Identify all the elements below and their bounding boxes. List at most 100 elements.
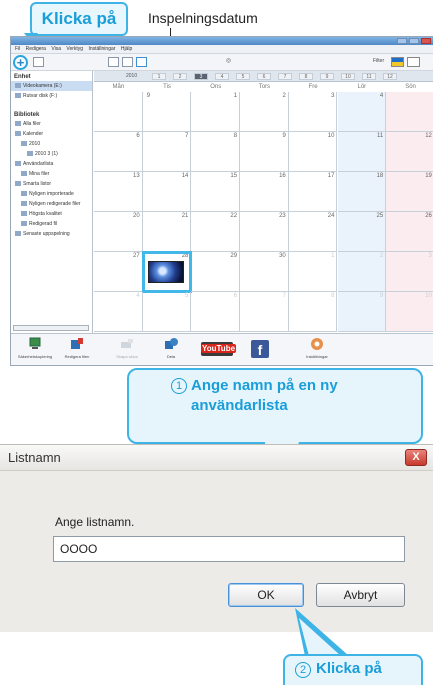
sidebar-scrollbar[interactable] xyxy=(13,325,89,331)
calendar-day-cell[interactable]: 1 xyxy=(191,92,241,132)
dialog-close-button[interactable]: X xyxy=(405,449,427,466)
calendar-day-cell[interactable]: 20 xyxy=(94,212,143,252)
calendar-day-cell[interactable]: 30 xyxy=(240,252,289,292)
calendar-day-cell[interactable]: 26 xyxy=(386,212,433,252)
menu-tools[interactable]: Verktyg xyxy=(66,46,83,52)
facebook-button[interactable]: f xyxy=(251,340,269,358)
thumbnail-view-icon[interactable] xyxy=(108,57,119,67)
sidebar-item-my-files[interactable]: Mina filer xyxy=(11,169,92,179)
sidebar-item-recent-edit[interactable]: Nyligen redigerade filer xyxy=(11,199,92,209)
calendar-day-cell[interactable]: 7 xyxy=(142,132,192,172)
youtube-button[interactable]: YouTube xyxy=(201,342,237,356)
month-cell[interactable]: 10 xyxy=(341,73,355,80)
list-name-dialog: Listnamn X Ange listnamn. OK Avbryt xyxy=(0,444,433,632)
calendar-day-cell[interactable] xyxy=(386,92,433,132)
sidebar-item-smart-lists[interactable]: Smarta listor xyxy=(11,179,92,189)
calendar-day-cell[interactable]: 25 xyxy=(337,212,387,252)
zoom-icon[interactable]: ◎ xyxy=(223,57,234,67)
sidebar-item-recent-import[interactable]: Nyligen importerade xyxy=(11,189,92,199)
calendar-day-cell[interactable]: 17 xyxy=(288,172,338,212)
close-icon[interactable] xyxy=(421,38,431,44)
calendar-day-cell[interactable]: 4 xyxy=(94,292,143,332)
calendar-day-cell[interactable]: 11 xyxy=(337,132,387,172)
sidebar-item-user-list[interactable]: Användarlista xyxy=(11,159,92,169)
calendar-day-cell[interactable]: 16 xyxy=(240,172,289,212)
calendar-day-cell[interactable] xyxy=(94,92,143,132)
add-list-button[interactable]: + xyxy=(13,55,28,70)
calendar-day-cell[interactable]: 10 xyxy=(386,292,433,332)
calendar-day-cell[interactable]: 6 xyxy=(94,132,143,172)
calendar-day-cell[interactable]: 9 xyxy=(337,292,387,332)
menu-file[interactable]: Fil xyxy=(15,46,20,52)
month-cell[interactable]: 7 xyxy=(278,73,292,80)
calendar-day-cell[interactable]: 7 xyxy=(240,292,289,332)
menu-view[interactable]: Visa xyxy=(51,46,61,52)
sidebar-item-edited-file[interactable]: Redigerad fil xyxy=(11,219,92,229)
sidebar-item-2010-3[interactable]: 2010 3 (1) xyxy=(11,149,92,159)
sidebar-item-all-files[interactable]: Alla filer xyxy=(11,119,92,129)
sidebar-item-camera[interactable]: Videokamera (E:) xyxy=(11,81,92,91)
month-cell[interactable]: 1 xyxy=(152,73,166,80)
calendar-day-cell[interactable]: 18 xyxy=(337,172,387,212)
minimize-icon[interactable] xyxy=(397,38,407,44)
sidebar-item-top-quality[interactable]: Högsta kvalitet xyxy=(11,209,92,219)
calendar-day-cell[interactable]: 28 xyxy=(141,251,193,293)
month-cell[interactable]: 3 xyxy=(194,73,208,80)
calendar-day-cell[interactable]: 14 xyxy=(142,172,192,212)
calendar-day-cell[interactable]: 2 xyxy=(240,92,289,132)
calendar-view-icon[interactable] xyxy=(136,57,147,67)
maximize-icon[interactable] xyxy=(409,38,419,44)
calendar-day-cell[interactable]: 15 xyxy=(191,172,241,212)
ok-button[interactable]: OK xyxy=(228,583,304,607)
list-name-input[interactable] xyxy=(53,536,405,562)
cancel-button[interactable]: Avbryt xyxy=(316,583,405,607)
menu-settings[interactable]: Inställningar xyxy=(88,46,115,52)
calendar-day-cell[interactable]: 8 xyxy=(288,292,338,332)
calendar-day-cell[interactable]: 9 xyxy=(142,92,192,132)
calendar-day-cell[interactable]: 10 xyxy=(288,132,338,172)
sidebar-item-disk[interactable]: Rutvar disk (F:) xyxy=(11,91,92,101)
calendar-day-cell[interactable]: 1 xyxy=(288,252,338,292)
month-cell[interactable]: 2 xyxy=(173,73,187,80)
backup-button[interactable]: Säkerhetskopiering xyxy=(15,337,55,365)
calendar-day-cell[interactable]: 8 xyxy=(191,132,241,172)
menu-help[interactable]: Hjälp xyxy=(121,46,132,52)
sort-icon[interactable] xyxy=(407,57,420,67)
month-cell[interactable]: 11 xyxy=(362,73,376,80)
video-thumbnail[interactable] xyxy=(147,261,184,283)
calendar-day-cell[interactable]: 6 xyxy=(191,292,241,332)
calendar-day-cell[interactable]: 5 xyxy=(142,292,192,332)
calendar-day-cell[interactable]: 13 xyxy=(94,172,143,212)
edit-icon[interactable] xyxy=(33,57,44,67)
calendar-day-cell[interactable]: 24 xyxy=(288,212,338,252)
sidebar-item-last-played[interactable]: Senaste uppspelning xyxy=(11,229,92,239)
calendar-day-cell[interactable]: 3 xyxy=(386,252,433,292)
menu-edit[interactable]: Redigera xyxy=(26,46,46,52)
calendar-day-cell[interactable]: 23 xyxy=(240,212,289,252)
calendar-day-cell[interactable]: 29 xyxy=(191,252,241,292)
calendar-day-cell[interactable]: 19 xyxy=(386,172,433,212)
calendar-day-cell[interactable]: 27 xyxy=(94,252,143,292)
month-cell[interactable]: 6 xyxy=(257,73,271,80)
create-disc-button[interactable]: Skapa skiva xyxy=(107,337,147,365)
calendar-day-cell[interactable]: 22 xyxy=(191,212,241,252)
month-cell[interactable]: 12 xyxy=(383,73,397,80)
month-cell[interactable]: 5 xyxy=(236,73,250,80)
calendar-day-cell[interactable]: 9 xyxy=(240,132,289,172)
month-cell[interactable]: 9 xyxy=(320,73,334,80)
month-cell[interactable]: 8 xyxy=(299,73,313,80)
calendar-day-cell[interactable]: 12 xyxy=(386,132,433,172)
settings-button[interactable]: Inställningar xyxy=(297,337,337,365)
calendar-day-cell[interactable]: 4 xyxy=(337,92,387,132)
sidebar-item-calendar[interactable]: Kalender xyxy=(11,129,92,139)
month-cell[interactable]: 4 xyxy=(215,73,229,80)
filter-icon[interactable] xyxy=(391,57,404,67)
sidebar-item-2010[interactable]: 2010 xyxy=(11,139,92,149)
share-button[interactable]: Dela xyxy=(151,337,191,365)
list-view-icon[interactable] xyxy=(122,57,133,67)
calendar-day-cell[interactable]: 2 xyxy=(337,252,387,292)
calendar-day-cell[interactable]: 21 xyxy=(142,212,192,252)
edit-file-button[interactable]: Redigera filen xyxy=(57,337,97,365)
calendar-day-cell[interactable]: 3 xyxy=(288,92,338,132)
play-icon xyxy=(15,231,21,237)
